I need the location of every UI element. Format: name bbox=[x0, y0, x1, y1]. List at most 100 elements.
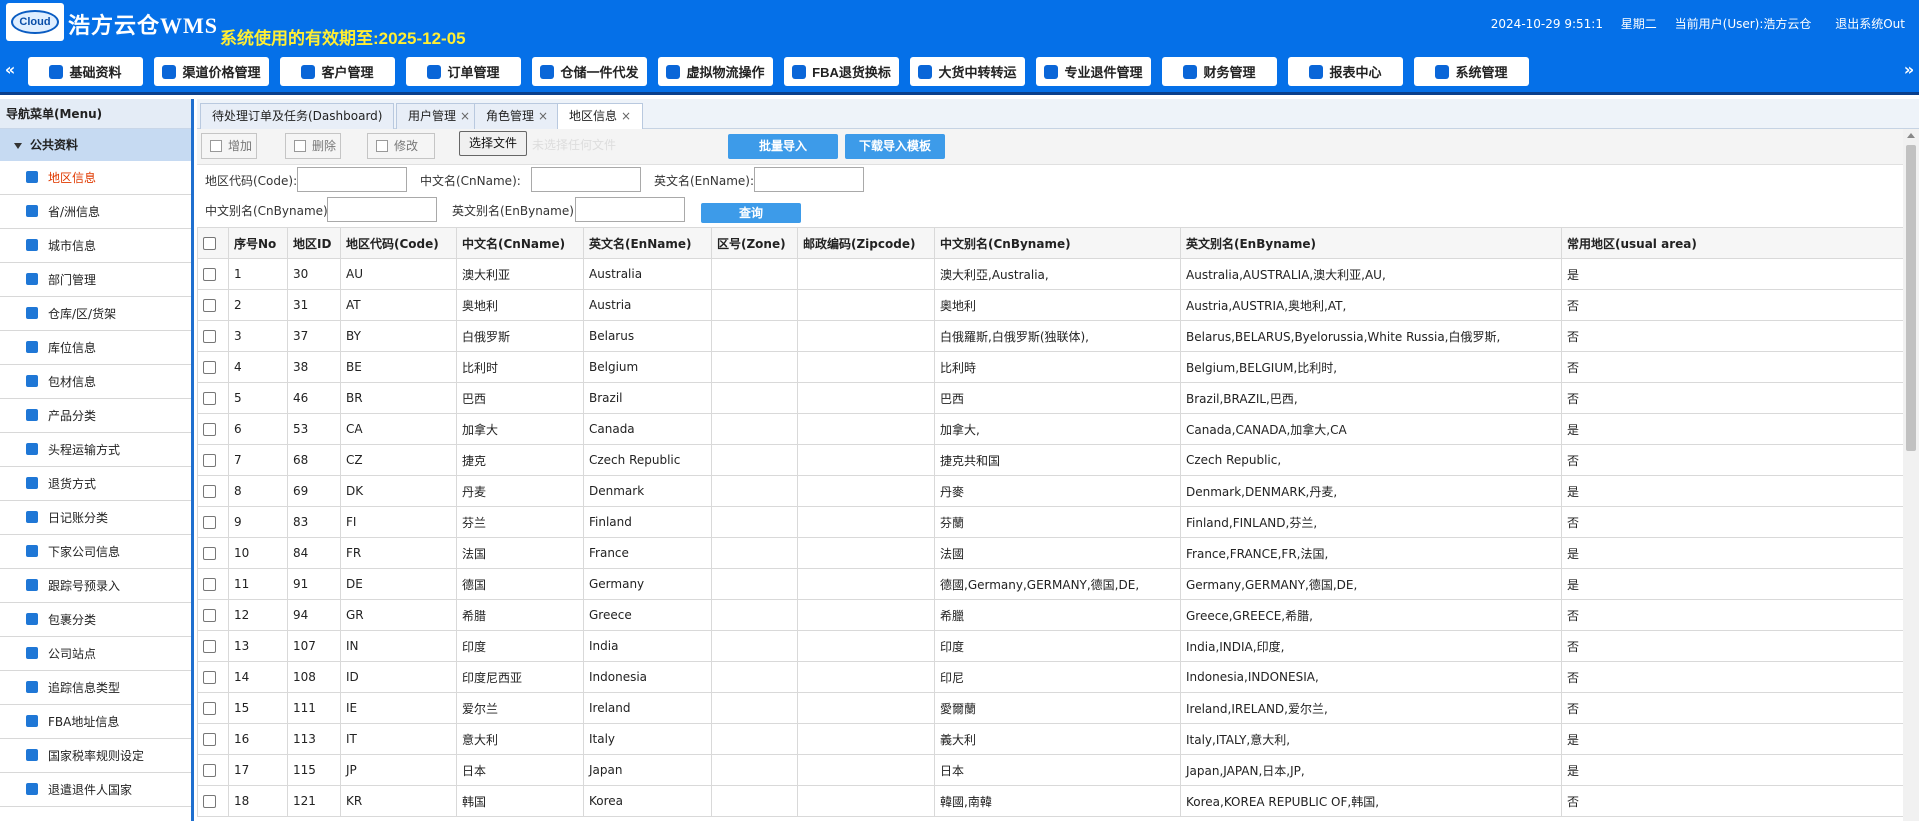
sidebar-item[interactable]: 头程运输方式 bbox=[0, 433, 191, 467]
sidebar-item[interactable]: 跟踪号预录入 bbox=[0, 569, 191, 603]
tab-role-management[interactable]: 角色管理 × bbox=[474, 103, 561, 129]
row-checkbox[interactable] bbox=[203, 733, 216, 746]
nav-button-report-center[interactable]: 报表中心 bbox=[1288, 57, 1403, 86]
sidebar-item[interactable]: 库位信息 bbox=[0, 331, 191, 365]
nav-button-finance[interactable]: 财务管理 bbox=[1162, 57, 1277, 86]
sidebar-item[interactable]: 退遣退件人国家 bbox=[0, 773, 191, 807]
row-checkbox[interactable] bbox=[203, 361, 216, 374]
row-checkbox[interactable] bbox=[203, 640, 216, 653]
sidebar-item[interactable]: 下家公司信息 bbox=[0, 535, 191, 569]
sidebar-item[interactable]: 包裹分类 bbox=[0, 603, 191, 637]
nav-button-basic-data[interactable]: 基础资料 bbox=[28, 57, 143, 86]
tab-user-management[interactable]: 用户管理 × bbox=[396, 103, 483, 129]
row-checkbox[interactable] bbox=[203, 578, 216, 591]
column-header[interactable]: 常用地区(usual area) bbox=[1561, 227, 1903, 259]
row-checkbox[interactable] bbox=[203, 547, 216, 560]
nav-button-fba-return-relabel[interactable]: FBA退货换标 bbox=[784, 57, 899, 86]
edit-button[interactable]: 修改 bbox=[367, 133, 435, 159]
table-row[interactable]: 9 83 FI 芬兰 Finland 芬蘭 Finland,FINLAND,芬兰, 否 bbox=[197, 506, 1903, 538]
choose-file-button[interactable]: 选择文件 bbox=[459, 131, 528, 156]
table-row[interactable]: 2 31 AT 奥地利 Austria 奧地利 Austria,AUSTRIA,奥地利,AT… bbox=[197, 289, 1903, 321]
row-checkbox[interactable] bbox=[203, 485, 216, 498]
column-header[interactable]: 英文别名(EnByname) bbox=[1180, 227, 1562, 259]
row-checkbox[interactable] bbox=[203, 454, 216, 467]
table-row[interactable]: 13 107 IN 印度 India 印度 India,INDIA,印度, 否 bbox=[197, 630, 1903, 662]
code-input[interactable] bbox=[297, 167, 407, 192]
row-checkbox[interactable] bbox=[203, 516, 216, 529]
table-row[interactable]: 1 30 AU 澳大利亚 Australia 澳大利亞,Australia, Austral… bbox=[197, 258, 1903, 290]
row-checkbox[interactable] bbox=[203, 268, 216, 281]
tab-region-info[interactable]: 地区信息 × bbox=[557, 103, 644, 130]
nav-button-return-management[interactable]: 专业退件管理 bbox=[1036, 57, 1151, 86]
close-icon[interactable]: × bbox=[460, 109, 470, 123]
nav-scroll-right-icon[interactable]: » bbox=[1901, 60, 1917, 80]
logout-link[interactable]: 退出系统Out bbox=[1835, 17, 1905, 31]
sidebar-item[interactable]: 国家税率规则设定 bbox=[0, 739, 191, 773]
sidebar-item[interactable]: FBA地址信息 bbox=[0, 705, 191, 739]
close-icon[interactable]: × bbox=[538, 109, 548, 123]
table-row[interactable]: 14 108 ID 印度尼西亚 Indonesia 印尼 Indonesia,INDONES… bbox=[197, 661, 1903, 693]
table-row[interactable]: 17 115 JP 日本 Japan 日本 Japan,JAPAN,日本,JP, 是 bbox=[197, 754, 1903, 786]
sidebar-item[interactable]: 部门管理 bbox=[0, 263, 191, 297]
row-checkbox[interactable] bbox=[203, 702, 216, 715]
nav-button-channel-price[interactable]: 渠道价格管理 bbox=[154, 57, 269, 86]
vertical-scrollbar[interactable] bbox=[1903, 129, 1919, 821]
table-row[interactable]: 11 91 DE 德国 Germany 德國,Germany,GERMANY,德国,DE,… bbox=[197, 568, 1903, 600]
nav-button-bulk-transfer[interactable]: 大货中转转运 bbox=[910, 57, 1025, 86]
row-checkbox[interactable] bbox=[203, 299, 216, 312]
sidebar-item[interactable]: 包材信息 bbox=[0, 365, 191, 399]
nav-button-customer[interactable]: 客户管理 bbox=[280, 57, 395, 86]
enbyname-input[interactable] bbox=[575, 197, 685, 222]
sidebar-group-public-data[interactable]: 公共资料 bbox=[0, 129, 191, 161]
table-row[interactable]: 16 113 IT 意大利 Italy 義大利 Italy,ITALY,意大利, 是 bbox=[197, 723, 1903, 755]
nav-button-warehouse-dropship[interactable]: 仓储一件代发 bbox=[532, 57, 647, 86]
column-header[interactable]: 地区ID bbox=[287, 227, 341, 259]
sidebar-item[interactable]: 仓库/区/货架 bbox=[0, 297, 191, 331]
nav-button-order[interactable]: 订单管理 bbox=[406, 57, 521, 86]
tab-dashboard[interactable]: 待处理订单及任务(Dashboard) bbox=[200, 103, 395, 129]
column-header[interactable]: 邮政编码(Zipcode) bbox=[797, 227, 935, 259]
row-checkbox[interactable] bbox=[203, 795, 216, 808]
cnname-input[interactable] bbox=[531, 167, 641, 192]
table-row[interactable]: 12 94 GR 希腊 Greece 希臘 Greece,GREECE,希腊, 否 bbox=[197, 599, 1903, 631]
row-checkbox[interactable] bbox=[203, 423, 216, 436]
sidebar-item[interactable]: 城市信息 bbox=[0, 229, 191, 263]
cnbyname-input[interactable] bbox=[327, 197, 437, 222]
table-row[interactable]: 5 46 BR 巴西 Brazil 巴西 Brazil,BRAZIL,巴西, 否 bbox=[197, 382, 1903, 414]
sidebar-item[interactable]: 产品分类 bbox=[0, 399, 191, 433]
row-checkbox[interactable] bbox=[203, 609, 216, 622]
row-checkbox[interactable] bbox=[203, 392, 216, 405]
column-header[interactable]: 序号No bbox=[228, 227, 288, 259]
sidebar-item[interactable]: 公司站点 bbox=[0, 637, 191, 671]
sidebar-item[interactable]: 省/洲信息 bbox=[0, 195, 191, 229]
sidebar-item[interactable]: 退货方式 bbox=[0, 467, 191, 501]
scrollbar-thumb[interactable] bbox=[1906, 145, 1916, 451]
row-checkbox[interactable] bbox=[203, 671, 216, 684]
add-button[interactable]: 增加 bbox=[201, 133, 257, 159]
table-row[interactable]: 6 53 CA 加拿大 Canada 加拿大, Canada,CANADA,加拿大,CA 是 bbox=[197, 413, 1903, 445]
column-header[interactable]: 区号(Zone) bbox=[711, 227, 798, 259]
table-row[interactable]: 4 38 BE 比利时 Belgium 比利時 Belgium,BELGIUM,比利时, 否 bbox=[197, 351, 1903, 383]
sidebar-item[interactable]: 地区信息 bbox=[0, 161, 191, 195]
column-header[interactable]: 地区代码(Code) bbox=[340, 227, 457, 259]
table-row[interactable]: 10 84 FR 法国 France 法國 France,FRANCE,FR,法国, 是 bbox=[197, 537, 1903, 569]
sidebar-item[interactable]: 日记账分类 bbox=[0, 501, 191, 535]
nav-button-virtual-logistics[interactable]: 虚拟物流操作 bbox=[658, 57, 773, 86]
table-row[interactable]: 3 37 BY 白俄罗斯 Belarus 白俄羅斯,白俄罗斯(独联体), Belarus,B… bbox=[197, 320, 1903, 352]
close-icon[interactable]: × bbox=[621, 109, 631, 123]
scroll-up-arrow-icon[interactable] bbox=[1907, 133, 1915, 138]
batch-import-button[interactable]: 批量导入 bbox=[728, 134, 838, 159]
table-row[interactable]: 18 121 KR 韩国 Korea 韓國,南韓 Korea,KOREA REPUBLIC … bbox=[197, 785, 1903, 817]
nav-scroll-left-icon[interactable]: « bbox=[2, 60, 18, 80]
column-header[interactable]: 英文名(EnName) bbox=[583, 227, 712, 259]
table-row[interactable]: 7 68 CZ 捷克 Czech Republic 捷克共和国 Czech Republic… bbox=[197, 444, 1903, 476]
sidebar-item[interactable]: 追踪信息类型 bbox=[0, 671, 191, 705]
download-template-button[interactable]: 下载导入模板 bbox=[845, 134, 945, 159]
select-all-checkbox[interactable] bbox=[203, 237, 216, 250]
column-header[interactable]: 中文名(CnName) bbox=[456, 227, 584, 259]
delete-button[interactable]: 删除 bbox=[285, 133, 341, 159]
row-checkbox[interactable] bbox=[203, 330, 216, 343]
column-header[interactable]: 中文别名(CnByname) bbox=[934, 227, 1181, 259]
nav-button-system-management[interactable]: 系统管理 bbox=[1414, 57, 1529, 86]
query-button[interactable]: 查询 bbox=[701, 203, 801, 223]
